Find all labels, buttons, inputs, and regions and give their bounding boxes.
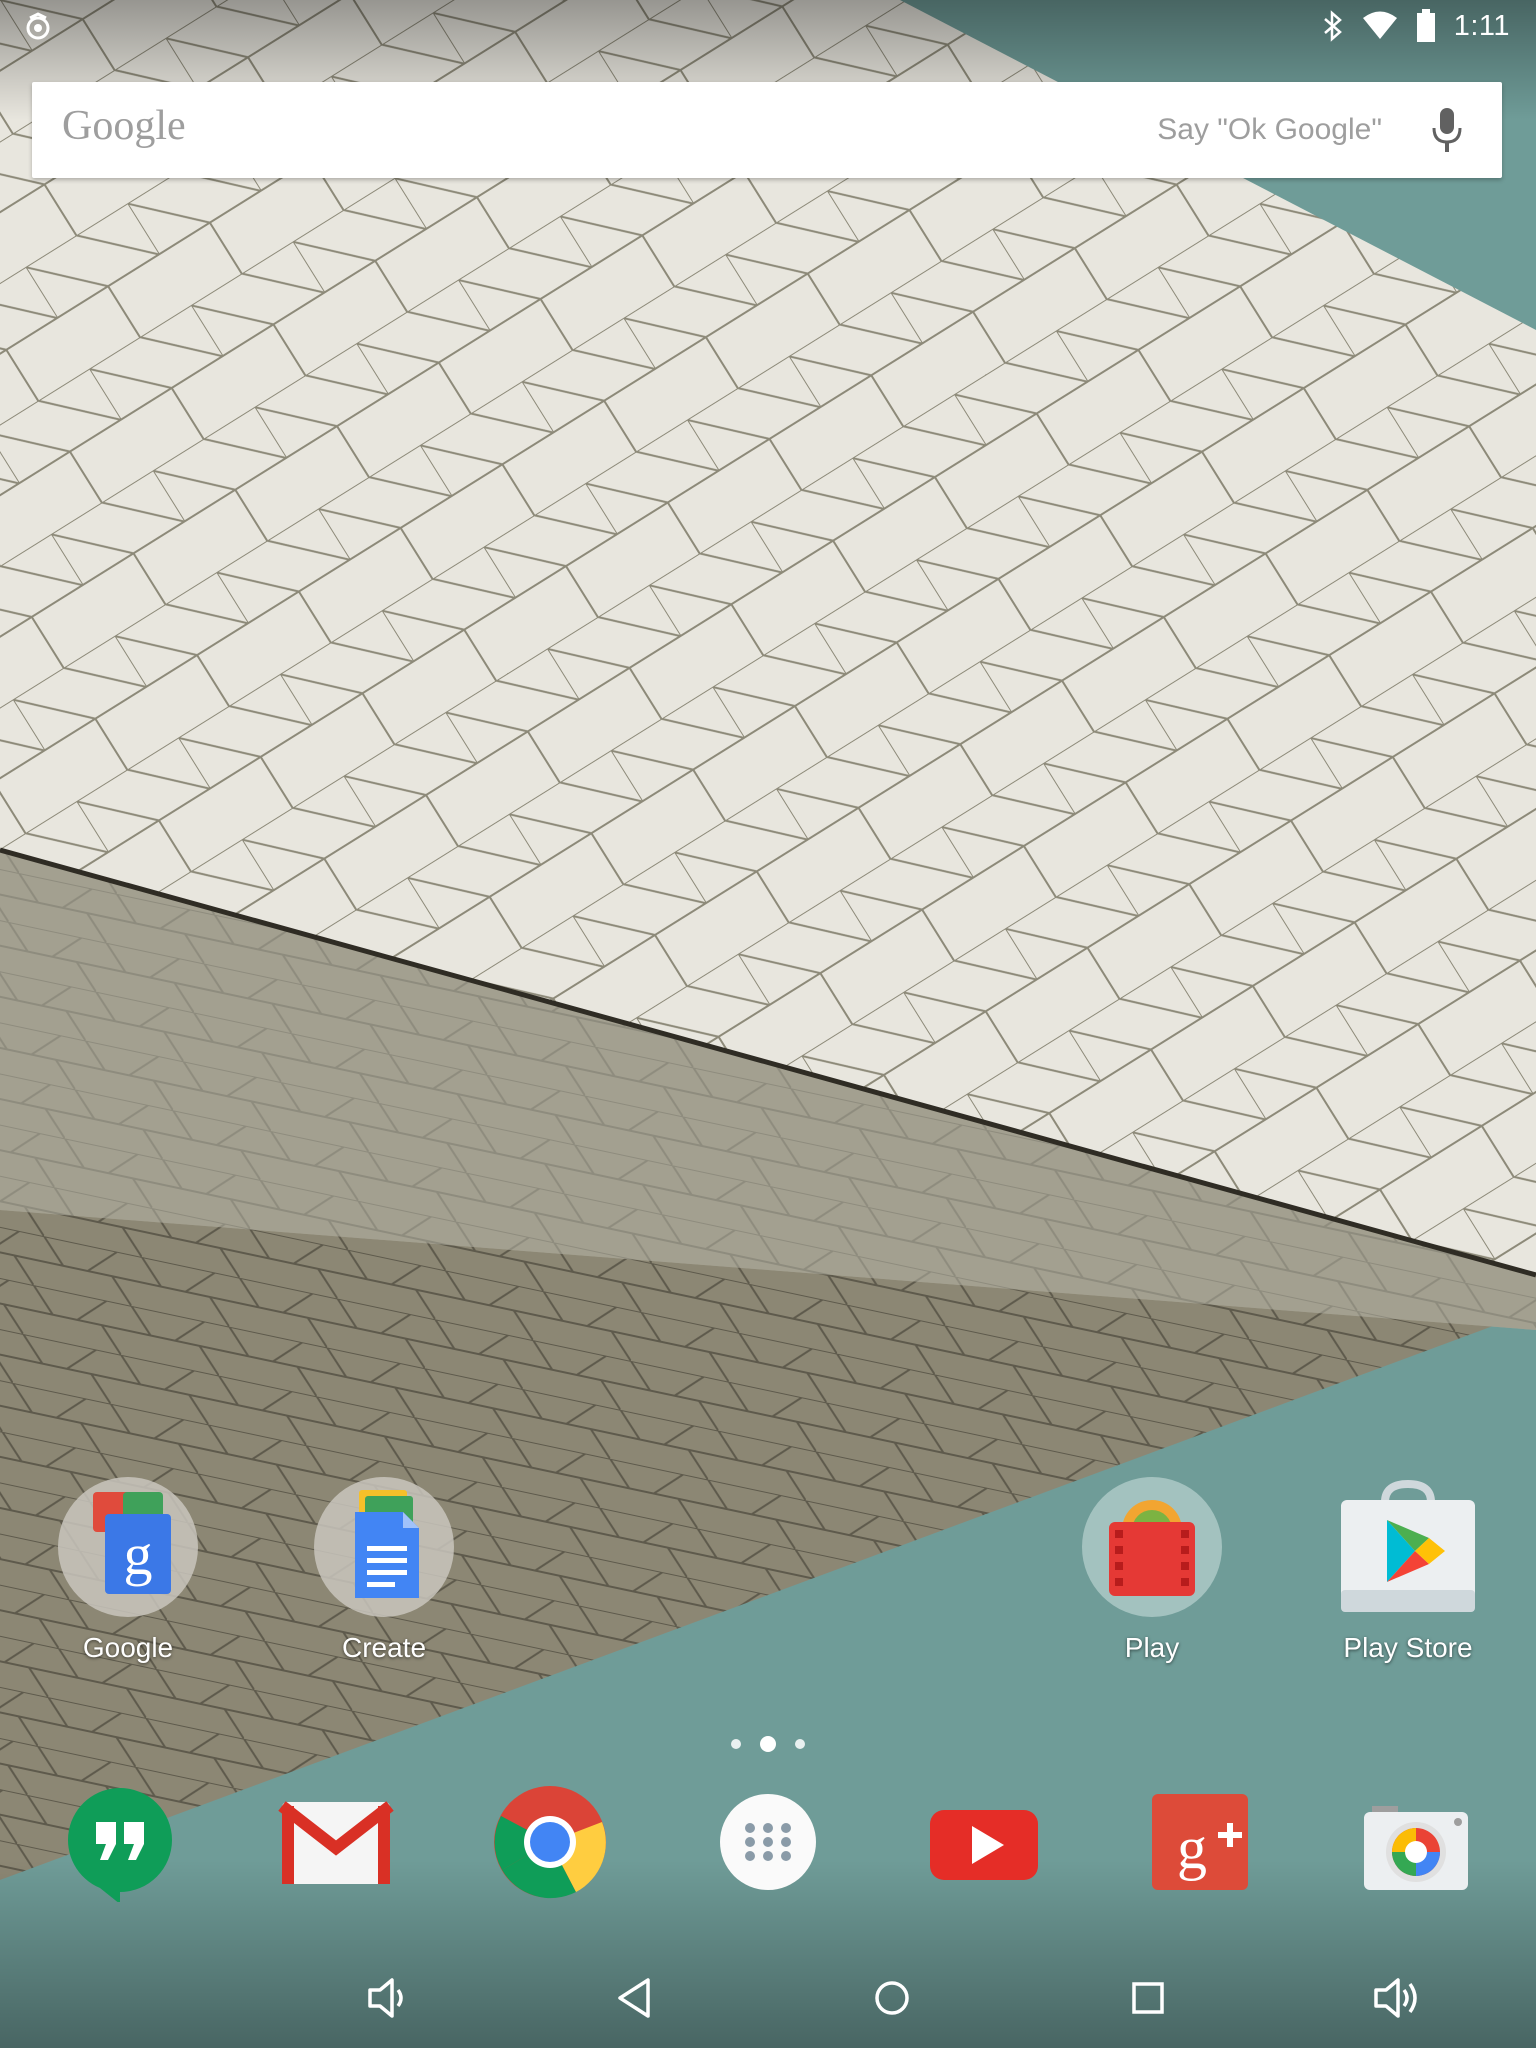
clock: 1:11 <box>1453 9 1510 42</box>
hangouts-icon[interactable] <box>60 1782 180 1902</box>
chrome-icon[interactable] <box>490 1782 610 1902</box>
bluetooth-icon <box>1323 10 1342 42</box>
google-search-bar[interactable]: Google Say "Ok Google" <box>32 82 1502 178</box>
back-icon[interactable] <box>608 1970 664 2026</box>
page-dot-current <box>760 1736 776 1752</box>
app-drawer-icon[interactable] <box>708 1782 828 1902</box>
docs-folder-icon <box>314 1477 454 1617</box>
google-logo: Google <box>62 103 186 149</box>
volume-down-icon[interactable] <box>360 1970 416 2026</box>
navigation-bar <box>0 1948 1536 2048</box>
youtube-icon[interactable] <box>924 1782 1044 1902</box>
svg-text:g: g <box>124 1522 153 1587</box>
voice-hint: Say "Ok Google" <box>1157 113 1382 146</box>
app-play-folder[interactable]: Play <box>1052 1472 1252 1664</box>
home-icon[interactable] <box>864 1970 920 2026</box>
battery-icon <box>1416 9 1435 42</box>
app-play-store[interactable]: Play Store <box>1308 1472 1508 1664</box>
recents-icon[interactable] <box>1120 1970 1176 2026</box>
page-dot <box>731 1739 741 1749</box>
app-google-folder[interactable]: g Google <box>28 1472 228 1664</box>
status-bar: 1:11 <box>0 0 1536 52</box>
google-plus-icon[interactable]: g <box>1140 1782 1260 1902</box>
volume-up-icon[interactable] <box>1370 1970 1426 2026</box>
app-label: Create <box>341 1632 427 1663</box>
play-store-icon <box>1341 1479 1475 1612</box>
wifi-icon <box>1362 11 1397 39</box>
notification-icon <box>26 12 50 40</box>
gmail-icon[interactable] <box>276 1782 396 1902</box>
camera-icon[interactable] <box>1356 1782 1476 1902</box>
app-label: Play Store <box>1343 1632 1473 1663</box>
google-folder-icon: g <box>58 1477 198 1617</box>
page-dot <box>795 1739 805 1749</box>
page-indicator <box>731 1736 805 1752</box>
app-label: Google <box>82 1632 174 1663</box>
mic-icon[interactable] <box>1430 106 1464 154</box>
play-folder-icon <box>1082 1477 1222 1617</box>
app-create-folder[interactable]: Create <box>284 1472 484 1664</box>
svg-text:g: g <box>1177 1815 1207 1881</box>
app-label: Play <box>1124 1632 1180 1663</box>
